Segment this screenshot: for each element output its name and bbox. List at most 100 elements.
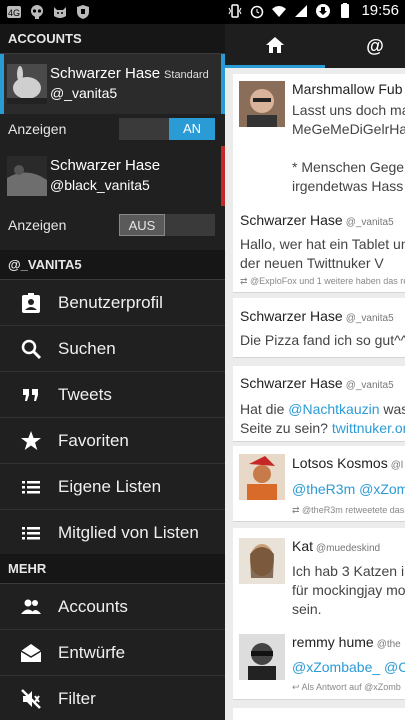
accounts-icon [21,599,41,614]
account-name: Schwarzer Hase Standard [50,65,209,82]
tab-bar: @ [225,24,405,68]
tab-mentions[interactable]: @ [335,24,405,68]
section-header-more: MEHR [0,554,225,584]
tweet-text: Hallo, wer hat ein Tablet un [240,236,405,252]
visibility-toggle-on[interactable]: AN [119,118,215,140]
menu-item-tweets[interactable]: Tweets [0,372,225,418]
filter-icon [21,689,41,709]
menu-item-label: Eigene Listen [58,477,162,496]
avatar[interactable] [239,634,285,680]
navigation-drawer: ACCOUNTS Schwarzer Hase Standard @_vanita… [0,24,225,720]
account-handle: @_vanita5 [50,85,118,101]
avatar[interactable] [239,538,285,584]
menu-item-drafts[interactable]: Entwürfe [0,630,225,676]
menu-item-member-lists[interactable]: Mitglied von Listen [0,510,225,556]
tweet-text: der neuen Twittnuker V [240,255,384,271]
menu-item-label: Benutzerprofil [58,293,163,312]
show-label: Anzeigen [8,121,67,137]
tweet-item[interactable]: Schwarzer Hase @_vanita5 Die Pizza fand i… [233,298,405,358]
menu-item-profile[interactable]: Benutzerprofil [0,280,225,326]
avatar[interactable] [7,64,47,104]
menu-item-search[interactable]: Suchen [0,326,225,372]
drafts-icon [20,644,42,662]
section-header-accounts: ACCOUNTS [0,24,225,54]
menu-item-label: Entwürfe [58,643,126,662]
list-icon [22,527,40,540]
tweet-author[interactable]: Lotsos Kosmos @l [292,455,403,471]
menu-item-label: Tweets [58,385,112,404]
tweet-text: sein. [292,601,322,617]
menu-item-label: Filter [58,689,96,708]
account-item[interactable]: Schwarzer Hase Standard @_vanita5 [0,54,225,114]
wifi-icon [272,5,287,17]
avatar[interactable] [7,156,47,196]
avatar[interactable] [239,454,285,500]
tweet-item[interactable]: Kat @muedeskind Ich hab 3 Katzen ir für m… [233,528,405,626]
toggle-state-on: AN [169,118,215,140]
home-timeline[interactable]: @ Marshmallow Fub Lasst uns doch ma MeGe… [225,24,405,720]
retweet-info: ⇄ @ExploFox und 1 weitere haben das re [240,276,405,286]
account-color-bar [221,146,225,206]
reply-info: ↩ Als Antwort auf @xZomb [292,682,401,692]
retweet-info: ⇄ @theR3m retweetete das [292,505,405,515]
signal-booster-icon: 4G [7,6,21,18]
status-bar: 4G 19:56 [0,0,405,24]
tweet-item[interactable]: Lotsos Kosmos @l @theR3m @xZomb ⇄ @theR3m… [233,446,405,522]
tweet-author[interactable]: Schwarzer Hase @_vanita5 [240,212,394,228]
tweet-item[interactable]: Schwarzer Hase @_vanita5 Hat die @Nachtka… [233,366,405,442]
tweet-author[interactable]: remmy hume @the [292,634,401,650]
signal-icon [295,4,308,17]
alarm-icon [251,5,264,18]
shield-icon [77,5,89,19]
tweet-item[interactable] [233,708,405,720]
tweet-item[interactable]: remmy hume @the @xZombabe_ @C ↩ Als Antwo… [233,624,405,700]
account-color-bar [221,54,225,114]
quote-icon [23,389,38,401]
tweet-author[interactable]: Kat @muedeskind [292,538,380,554]
menu-item-label: Mitglied von Listen [58,523,199,542]
tweet-text: Hat die @Nachtkauzin was [240,401,405,417]
menu-item-favorites[interactable]: Favoriten [0,418,225,464]
menu-item-own-lists[interactable]: Eigene Listen [0,464,225,510]
account-visibility-row: Anzeigen AUS [0,212,225,240]
svg-text:4G: 4G [8,8,20,18]
menu-item-label: Suchen [58,339,116,358]
section-header-user: @_VANITA5 [0,250,225,280]
home-icon [266,36,284,53]
account-item[interactable]: Schwarzer Hase @black_vanita5 [0,146,225,206]
battery-icon [341,2,350,18]
tweet-item[interactable]: Schwarzer Hase @_vanita5 Hallo, wer hat e… [233,202,405,293]
tweet-author[interactable]: Schwarzer Hase @_vanita5 [240,375,394,391]
tweet-author[interactable]: Schwarzer Hase @_vanita5 [240,308,394,324]
tweet-text: Lasst uns doch ma [292,102,405,118]
menu-item-filter[interactable]: Filter [0,676,225,720]
account-name: Schwarzer Hase [50,157,161,174]
account-handle: @black_vanita5 [50,177,150,193]
tweet-text: MeGeMeDiGelrHa [292,121,405,137]
cat-icon [54,7,66,18]
show-label: Anzeigen [8,217,67,233]
tweet-text: Ich hab 3 Katzen ir [292,563,405,579]
tweet-text: @theR3m @xZomb [292,481,405,497]
account-visibility-row: Anzeigen AN [0,116,225,144]
tweet-author[interactable]: Marshmallow Fub [292,81,402,97]
menu-item-accounts[interactable]: Accounts [0,584,225,630]
avatar[interactable] [239,81,285,127]
menu-item-label: Favoriten [58,431,129,450]
toggle-state-off: AUS [119,214,165,236]
list-icon [22,481,40,494]
account-accent-bar [0,54,4,114]
tweet-text: @xZombabe_ @C [292,659,405,675]
tweet-text: irgendetwas Hass [292,178,404,194]
skull-icon [31,5,43,19]
visibility-toggle-off[interactable]: AUS [119,214,215,236]
tweet-text: * Menschen Gegen [292,159,405,175]
clock: 19:56 [361,2,399,19]
menu-item-label: Accounts [58,597,128,616]
app-screen: 4G 19:56 @ Marshmallow Fub Lasst uns doc… [0,0,405,720]
tweet-text: Die Pizza fand ich so gut^^ [240,332,405,348]
tab-home[interactable] [225,24,325,68]
vibrate-icon [229,3,242,18]
tweet-item[interactable]: Marshmallow Fub Lasst uns doch ma MeGeMe… [233,74,405,216]
default-account-badge: Standard [164,69,209,81]
